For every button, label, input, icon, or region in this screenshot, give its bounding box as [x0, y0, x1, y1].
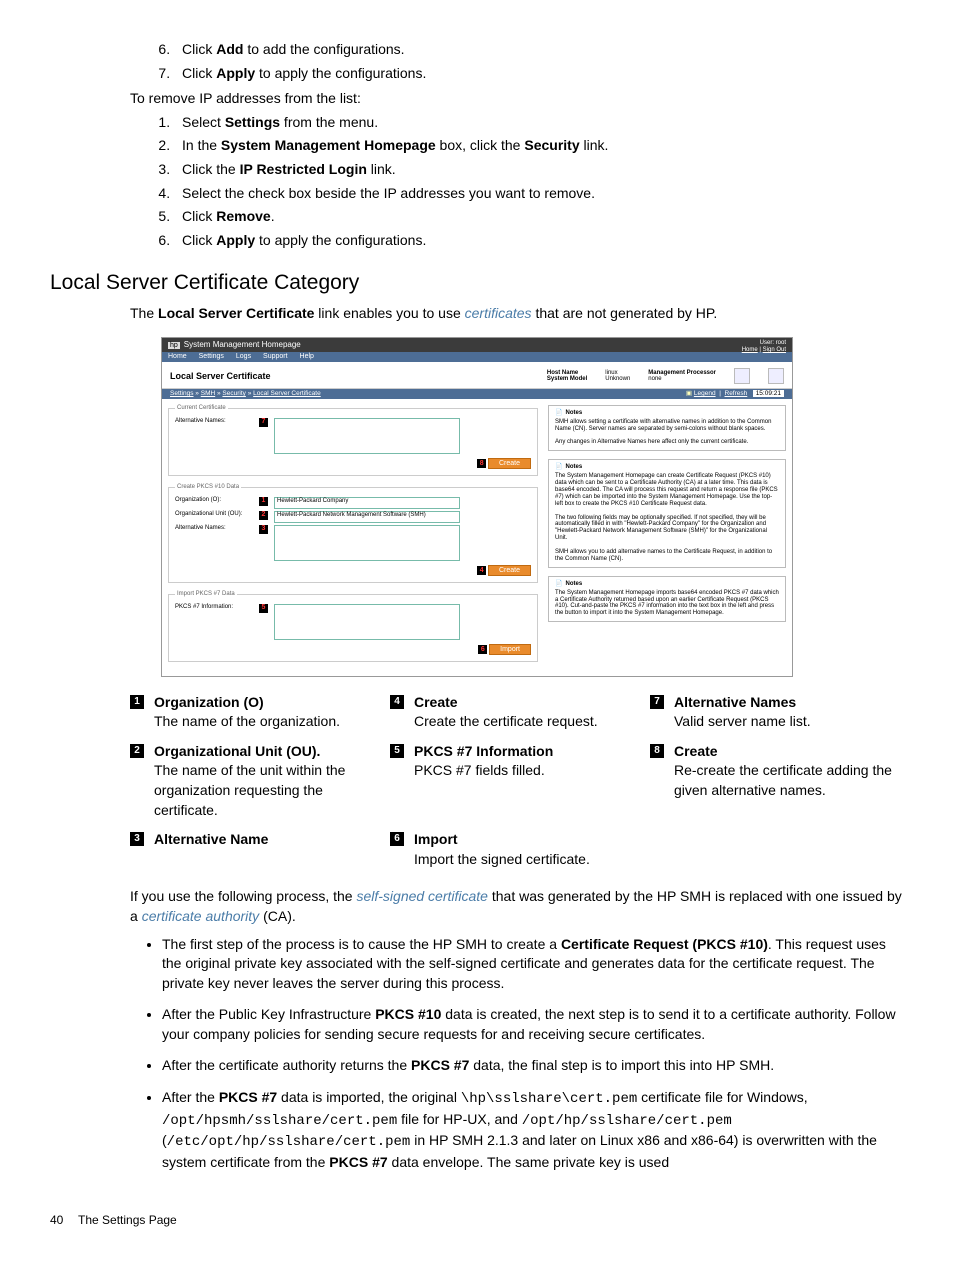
hp-logo: hp [168, 342, 180, 349]
create-cert-button[interactable]: Create [488, 458, 531, 469]
org-input[interactable]: Hewlett-Packard Company [274, 497, 460, 509]
process-bullet: The first step of the process is to caus… [162, 935, 904, 994]
remove-intro: To remove IP addresses from the list: [130, 89, 904, 109]
timestamp: 15:09:21 [753, 390, 784, 397]
process-bullet: After the certificate authority returns … [162, 1056, 904, 1076]
callout-5: 5 [259, 604, 268, 613]
callout-legend: 1 Organization (O)The name of the organi… [130, 693, 904, 878]
app-title: System Management Homepage [184, 340, 301, 349]
process-bullets: The first step of the process is to caus… [140, 935, 904, 1173]
refresh-link[interactable]: Refresh [725, 390, 748, 397]
callout-4: 4 [477, 566, 486, 575]
legend-link[interactable]: Legend [694, 390, 716, 397]
rm-step-2: In the System Management Homepage box, c… [174, 136, 904, 156]
current-cert-fieldset: Current Certificate Alternative Names: 7… [168, 405, 538, 476]
notes-panel-2: Notes The System Management Homepage can… [548, 459, 786, 567]
callout-7: 7 [259, 418, 268, 427]
import-button[interactable]: Import [489, 644, 531, 655]
callout-3: 3 [259, 525, 268, 534]
rm-step-3: Click the IP Restricted Login link. [174, 160, 904, 180]
process-intro: If you use the following process, the se… [130, 887, 904, 926]
step-6: Click Add to add the configurations. [174, 40, 904, 60]
alt-names-input[interactable] [274, 418, 460, 454]
tab-logs[interactable]: Logs [236, 353, 251, 360]
process-bullet: After the PKCS #7 data is imported, the … [162, 1088, 904, 1172]
grid-icon[interactable] [768, 368, 784, 384]
callout-6: 6 [478, 645, 487, 654]
create-pkcs10-button[interactable]: Create [488, 565, 531, 576]
process-bullet: After the Public Key Infrastructure PKCS… [162, 1005, 904, 1044]
rm-step-5: Click Remove. [174, 207, 904, 227]
rm-step-6: Click Apply to apply the configurations. [174, 231, 904, 251]
section-heading: Local Server Certificate Category [50, 268, 904, 297]
create-pkcs10-fieldset: Create PKCS #10 Data Organization (O): 1… [168, 484, 538, 583]
page-footer: 40The Settings Page [50, 1212, 904, 1229]
callout-8: 8 [477, 459, 486, 468]
page-title: Local Server Certificate [170, 371, 271, 381]
step-7: Click Apply to apply the configurations. [174, 64, 904, 84]
section-intro: The Local Server Certificate link enable… [130, 304, 904, 324]
signout-link[interactable]: Sign Out [763, 347, 786, 353]
import-pkcs7-fieldset: Import PKCS #7 Data PKCS #7 Information:… [168, 591, 538, 662]
notes-panel-3: Notes The System Management Homepage imp… [548, 576, 786, 622]
home-link[interactable]: Home [742, 347, 758, 353]
tab-home[interactable]: Home [168, 353, 187, 360]
notes-panel-1: Notes SMH allows setting a certificate w… [548, 405, 786, 451]
breadcrumb: Settings » SMH » Security » Local Server… [170, 390, 321, 397]
alt-names-input-2[interactable] [274, 525, 460, 561]
header-user: User: root Home | Sign Out [742, 340, 786, 354]
host-info: Host NameSystem Model linuxUnknown Manag… [547, 368, 784, 384]
rm-step-4: Select the check box beside the IP addre… [174, 184, 904, 204]
ou-input[interactable]: Hewlett-Packard Network Management Softw… [274, 511, 460, 523]
printer-icon[interactable] [734, 368, 750, 384]
tab-settings[interactable]: Settings [199, 353, 224, 360]
pkcs7-input[interactable] [274, 604, 460, 640]
tab-help[interactable]: Help [300, 353, 314, 360]
callout-1: 1 [259, 497, 268, 506]
rm-step-1: Select Settings from the menu. [174, 113, 904, 133]
nav-tabs: Home Settings Logs Support Help [162, 352, 792, 362]
smh-screenshot: User: root Home | Sign Out hp System Mana… [161, 337, 793, 676]
tab-support[interactable]: Support [263, 353, 288, 360]
callout-2: 2 [259, 511, 268, 520]
